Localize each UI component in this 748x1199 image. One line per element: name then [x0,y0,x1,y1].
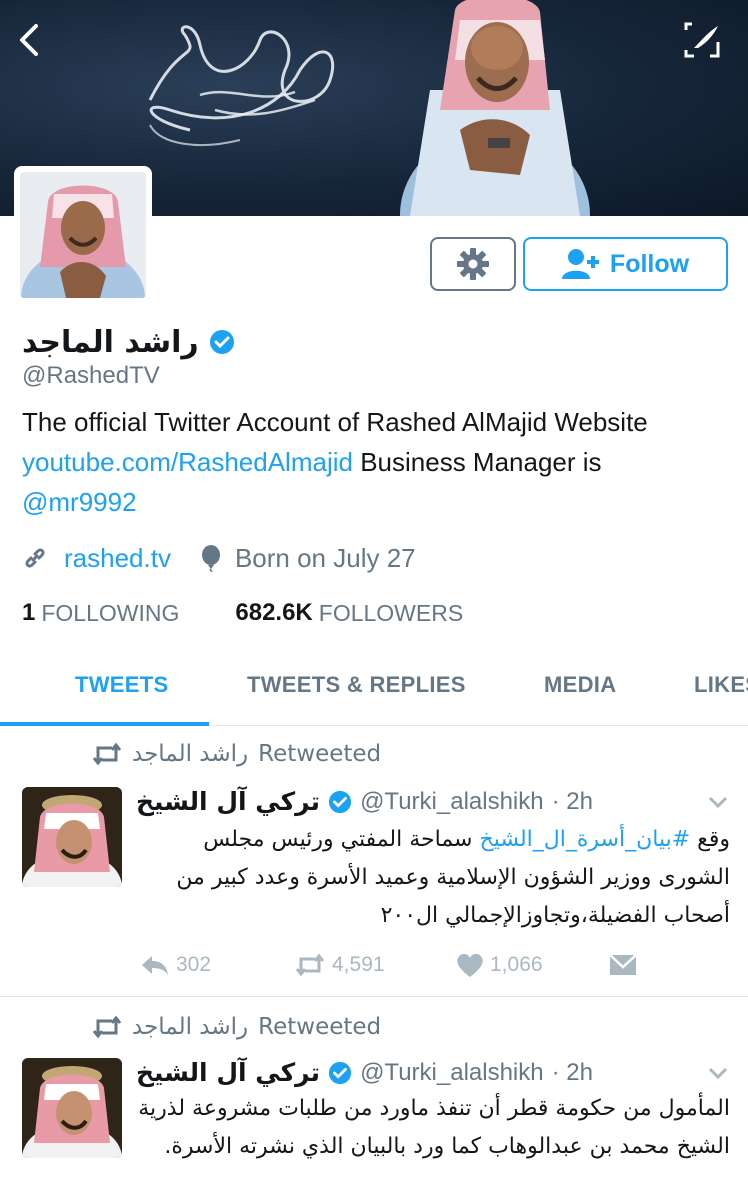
follow-button[interactable]: Follow [523,237,728,291]
bio-text: The official Twitter Account of Rashed A… [22,407,648,437]
verified-icon [328,1061,352,1084]
retweet-icon [92,742,122,766]
retweeted-label: Retweeted [258,741,382,767]
bio-link[interactable]: youtube.com/RashedAlmajid [22,447,353,477]
tweet-timestamp: · 2h [551,787,593,815]
gear-icon [457,248,489,280]
tweet-author-name[interactable]: تركي آل الشيخ [136,787,320,816]
heart-icon [457,953,483,977]
verified-icon [209,330,234,354]
follow-counts: 1 FOLLOWING 682.6K FOLLOWERS [22,596,463,630]
tweet-text: المأمول من حكومة قطر أن تنفذ ماورد من طل… [138,1096,730,1159]
tweet-item[interactable]: راشد الماجد Retweeted تركي آل الشيخ @Tur… [0,727,748,997]
add-user-icon [561,249,599,279]
tweet-author-avatar[interactable] [22,787,122,887]
tweet-author-handle[interactable]: @Turki_alalshikh [360,788,544,816]
profile-bio: The official Twitter Account of Rashed A… [22,402,702,522]
like-button[interactable]: 1,066 [456,947,543,983]
avatar[interactable] [14,166,152,304]
profile-meta: rashed.tv Born on July 27 [22,538,416,578]
chevron-down-icon[interactable] [706,793,730,811]
tab-likes[interactable]: LIKES [694,672,748,698]
avatar-photo [20,172,146,298]
following-count[interactable]: 1 [22,599,35,627]
tweet-text-part: وقع [690,827,730,852]
tweet-author-name[interactable]: تركي آل الشيخ [136,1058,320,1087]
tab-tweets[interactable]: TWEETS [75,672,168,698]
direct-message-icon [609,954,637,975]
retweeted-label: Retweeted [258,1014,382,1040]
retweet-icon [92,1015,122,1039]
retweet-context: راشد الماجد Retweeted [92,1014,381,1040]
link-icon [25,548,45,568]
tweet-text: وقع #بيان_أسرة_ال_الشيخ سماحة المفتي ورئ… [136,821,730,935]
retweet-icon [295,953,325,977]
back-arrow-icon[interactable] [10,20,50,60]
profile-tabs: TWEETS TWEETS & REPLIES MEDIA LIKES [0,658,748,726]
reply-count: 302 [176,953,212,976]
birthday-text: Born on July 27 [234,542,416,573]
balloon-icon [201,545,220,572]
website-link[interactable]: rashed.tv [64,543,171,574]
retweeter-name[interactable]: راشد الماجد [132,1014,248,1040]
profile-name: راشد الماجد [22,324,199,360]
profile-handle: @RashedTV [22,362,160,389]
reply-button[interactable]: 302 [140,947,211,983]
follow-button-label: Follow [609,249,690,278]
tab-media[interactable]: MEDIA [544,672,616,698]
followers-label[interactable]: FOLLOWERS [319,600,463,627]
bio-text: Business Manager is [360,447,602,477]
bio-mention[interactable]: @mr9992 [22,487,137,517]
followers-count[interactable]: 682.6K [235,599,312,627]
tweet-author-handle[interactable]: @Turki_alalshikh [360,1059,544,1087]
profile-name-row: راشد الماجد [22,322,235,362]
tweet-hashtag[interactable]: #بيان_أسرة_ال_الشيخ [480,827,691,852]
tweet-author-avatar[interactable] [22,1058,122,1158]
like-count: 1,066 [490,953,543,976]
retweeter-name[interactable]: راشد الماجد [132,741,248,767]
retweet-count: 4,591 [332,953,385,976]
tab-tweets-replies[interactable]: TWEETS & REPLIES [247,672,466,698]
tweet-item[interactable]: راشد الماجد Retweeted تركي آل الشيخ @Tur… [0,998,748,1199]
active-tab-indicator [0,722,209,726]
direct-message-button[interactable] [608,947,638,983]
edit-icon[interactable] [680,18,724,62]
chevron-down-icon[interactable] [706,1064,730,1082]
reply-icon [142,956,168,975]
tweet-header: تركي آل الشيخ @Turki_alalshikh · 2h [136,1058,593,1087]
following-label[interactable]: FOLLOWING [41,600,179,627]
retweet-context: راشد الماجد Retweeted [92,741,381,767]
retweet-button[interactable]: 4,591 [294,947,385,983]
tweet-header: تركي آل الشيخ @Turki_alalshikh · 2h [136,787,593,816]
tweet-actions: 302 4,591 1,066 [136,947,736,983]
tweet-timestamp: · 2h [551,1058,593,1086]
settings-button[interactable] [430,237,516,291]
verified-icon [328,790,352,813]
